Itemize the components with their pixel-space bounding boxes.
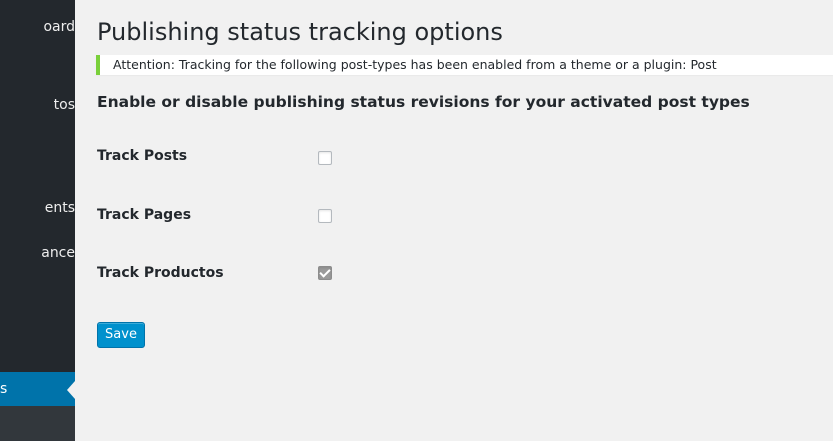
- admin-screen: oard tos ents ance s Publishing status t…: [0, 0, 833, 441]
- track-posts-label: Track Posts: [97, 148, 188, 164]
- sidebar-item-label: tos: [53, 97, 75, 113]
- sidebar-item-label: s: [0, 381, 8, 397]
- sidebar-item-label: ents: [44, 200, 75, 216]
- sidebar-item-appearance[interactable]: ance: [0, 236, 75, 270]
- save-button[interactable]: Save: [97, 322, 145, 348]
- notice-text: Attention: Tracking for the following po…: [113, 57, 717, 72]
- track-productos-checkbox[interactable]: [318, 266, 332, 280]
- track-pages-checkbox[interactable]: [318, 209, 332, 223]
- attention-notice: Attention: Tracking for the following po…: [96, 55, 833, 75]
- page-title: Publishing status tracking options: [97, 18, 503, 46]
- checkmark-icon: [319, 266, 331, 278]
- sidebar-item-dashboard[interactable]: oard: [0, 10, 75, 44]
- track-posts-checkbox[interactable]: [318, 151, 332, 165]
- sidebar-item-label: ance: [41, 245, 75, 261]
- sidebar-item-comments[interactable]: ents: [0, 191, 75, 225]
- sidebar-item-productos[interactable]: tos: [0, 88, 75, 122]
- section-heading: Enable or disable publishing status revi…: [97, 93, 750, 111]
- sidebar-item-settings[interactable]: s: [0, 372, 75, 406]
- track-pages-label: Track Pages: [97, 207, 192, 223]
- active-menu-arrow: [67, 381, 75, 399]
- track-productos-label: Track Productos: [97, 265, 224, 281]
- sidebar-item-label: oard: [43, 19, 75, 35]
- sidebar-submenu: [0, 406, 75, 441]
- admin-sidebar: oard tos ents ance s: [0, 0, 75, 441]
- main-content: Publishing status tracking options Atten…: [75, 0, 833, 441]
